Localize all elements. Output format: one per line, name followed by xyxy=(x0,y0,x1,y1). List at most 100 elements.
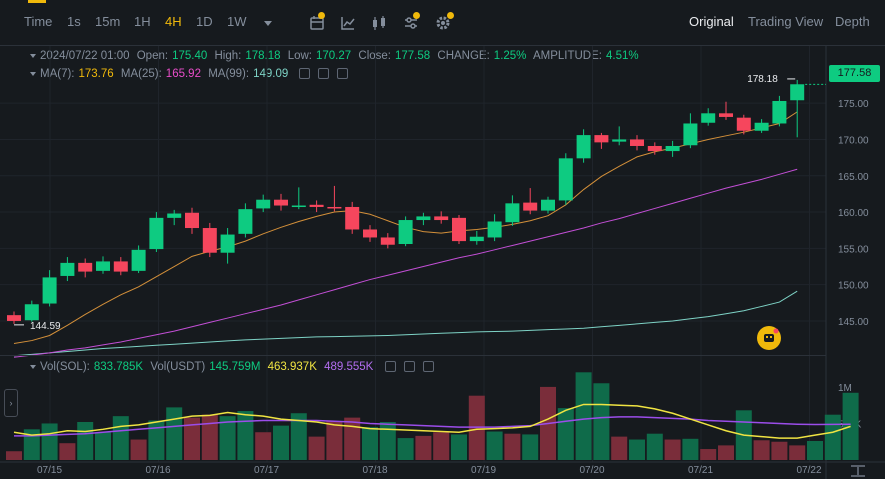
price-tick-label: 175.00 xyxy=(838,99,869,110)
date-tick-label: 07/16 xyxy=(146,465,171,476)
candle-body xyxy=(719,113,733,117)
price-tick-label: 150.00 xyxy=(838,281,869,292)
candle-body xyxy=(202,228,217,253)
candle-style-icon[interactable] xyxy=(370,14,388,32)
view-depth[interactable]: Depth xyxy=(835,14,870,29)
candle-body xyxy=(434,216,449,221)
volume-bar xyxy=(789,445,806,460)
candle-body xyxy=(754,122,769,131)
candle-body xyxy=(647,145,662,152)
volume-bar xyxy=(771,441,788,460)
volume-bar xyxy=(290,413,307,460)
volume-bar xyxy=(451,434,467,460)
current-price-badge: 177.58 xyxy=(829,65,880,82)
candle-body xyxy=(7,315,21,321)
eye-icon[interactable] xyxy=(299,68,311,80)
volume-bar xyxy=(41,423,58,460)
candle-body xyxy=(60,262,75,276)
candle-body xyxy=(113,261,128,272)
date-tick-label: 07/19 xyxy=(471,465,496,476)
volume-bar xyxy=(255,432,272,460)
candle-body xyxy=(42,277,57,304)
volume-bar xyxy=(629,439,645,460)
candle-body xyxy=(416,216,431,221)
candle-body xyxy=(523,202,538,211)
volume-bar xyxy=(95,432,111,460)
interval-4h[interactable]: 4H xyxy=(165,14,182,29)
indicator-icon[interactable] xyxy=(339,14,357,32)
ma99-value: 149.09 xyxy=(253,68,289,80)
pane-divider[interactable] xyxy=(0,355,826,356)
change-value: 1.25% xyxy=(493,50,527,62)
candle-body xyxy=(363,229,377,238)
interval-dropdown-icon[interactable] xyxy=(262,17,274,29)
chart-toolbar: Time 1s 15m 1H 4H 1D 1W Original Trading… xyxy=(0,0,885,46)
candle-body xyxy=(167,213,182,218)
volume-bar xyxy=(522,434,539,460)
interval-time[interactable]: Time xyxy=(24,14,52,29)
interval-1w[interactable]: 1W xyxy=(227,14,247,29)
ma25-line xyxy=(13,168,798,358)
ma99-line xyxy=(13,290,798,357)
low-value: 170.27 xyxy=(316,50,352,62)
volume-bar xyxy=(540,386,556,460)
volume-info: Vol(SOL): 833.785K Vol(USDT) 145.759M 463.… xyxy=(30,361,438,373)
price-tick-label: 170.00 xyxy=(838,135,869,146)
ma7-line xyxy=(13,111,798,344)
date-tick-label: 07/17 xyxy=(254,465,279,476)
volume-bar xyxy=(273,425,289,460)
interval-1s[interactable]: 1s xyxy=(67,14,81,29)
notification-dot xyxy=(318,12,325,19)
volume-bar xyxy=(682,438,699,460)
volume-ma2-line xyxy=(14,416,851,437)
candle-body xyxy=(24,304,39,321)
volume-bar xyxy=(611,436,628,460)
interval-1h[interactable]: 1H xyxy=(134,14,151,29)
candle-body xyxy=(558,158,573,201)
volume-bar xyxy=(486,431,503,460)
candle-body xyxy=(309,204,324,207)
interval-15m[interactable]: 15m xyxy=(95,14,120,29)
ma25-value: 165.92 xyxy=(165,68,201,80)
close-icon[interactable] xyxy=(337,68,349,80)
close-icon[interactable] xyxy=(422,361,434,373)
volume-bar xyxy=(201,414,218,460)
amplitude-value: 4.51% xyxy=(605,50,639,62)
ohlc-info: 2024/07/22 01:00 Open: 175.40 High: 178.18… xyxy=(30,50,643,62)
candle-body xyxy=(96,261,110,271)
price-tick-label: 160.00 xyxy=(838,208,869,219)
date-tick-label: 07/22 xyxy=(797,465,822,476)
candle-body xyxy=(78,262,93,272)
candle-body xyxy=(665,145,680,152)
volume-bar xyxy=(807,441,823,460)
candle-body xyxy=(469,236,484,242)
volume-bar xyxy=(557,408,574,460)
settings-icon[interactable] xyxy=(318,68,330,80)
collapse-icon[interactable] xyxy=(30,71,36,76)
notification-dot xyxy=(447,12,454,19)
volume-bar xyxy=(23,429,40,460)
view-trading-view[interactable]: Trading View xyxy=(748,14,823,29)
candle-body xyxy=(630,139,644,146)
expand-panel-button[interactable]: › xyxy=(4,389,18,417)
eye-icon[interactable] xyxy=(384,361,396,373)
assistant-badge-icon[interactable] xyxy=(757,326,781,350)
date-tick-label: 07/20 xyxy=(580,465,605,476)
view-original[interactable]: Original xyxy=(689,14,734,29)
candle-date: 2024/07/22 01:00 xyxy=(40,50,130,62)
candle-body xyxy=(612,139,627,142)
volume-bar xyxy=(842,392,859,460)
candle-body xyxy=(291,205,306,208)
volume-tick-label: 1M xyxy=(838,383,852,394)
collapse-icon[interactable] xyxy=(30,364,36,369)
interval-1d[interactable]: 1D xyxy=(196,14,213,29)
date-tick-label: 07/18 xyxy=(363,465,388,476)
candle-body xyxy=(345,206,360,230)
candle-body xyxy=(505,203,520,223)
price-tick-label: 145.00 xyxy=(838,317,869,328)
chat-icon xyxy=(764,328,779,342)
collapse-icon[interactable] xyxy=(30,53,36,58)
price-tick-label: 155.00 xyxy=(838,244,869,255)
volume-bar xyxy=(504,433,521,460)
settings-icon[interactable] xyxy=(403,361,415,373)
